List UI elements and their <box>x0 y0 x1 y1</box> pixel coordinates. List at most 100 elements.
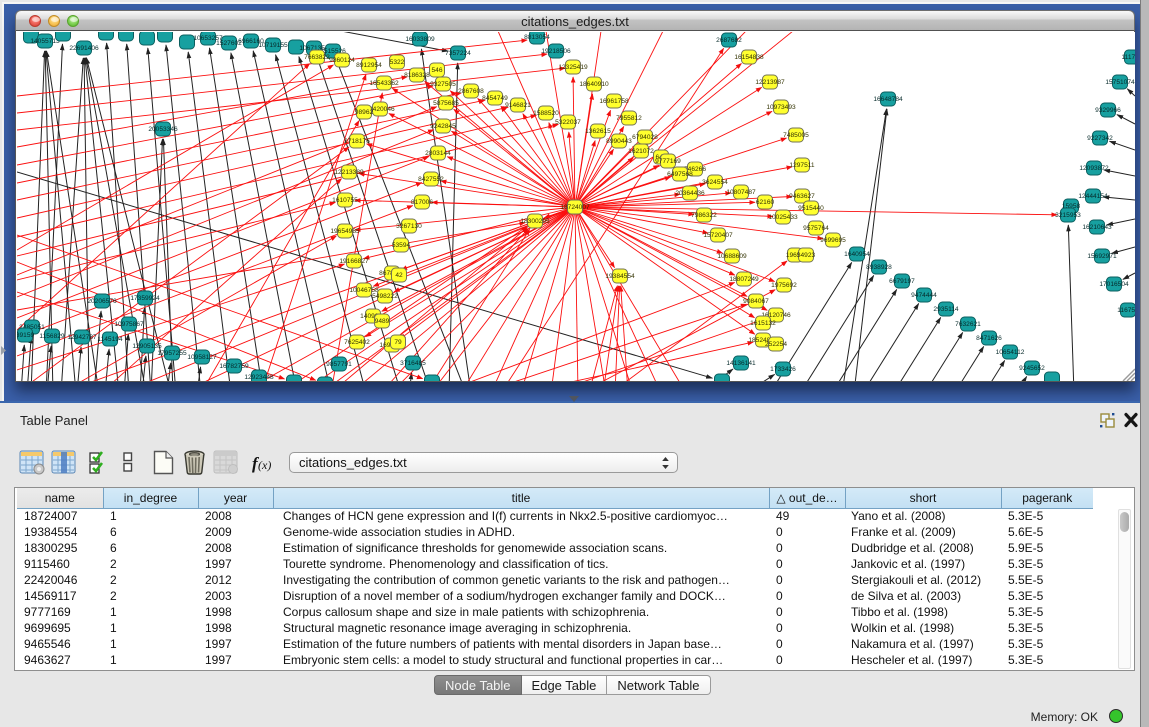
svg-text:1733426: 1733426 <box>770 366 796 373</box>
svg-text:12905135: 12905135 <box>132 343 162 350</box>
svg-text:9227342: 9227342 <box>1087 135 1113 142</box>
svg-text:(x): (x) <box>258 458 271 472</box>
svg-text:18807249: 18807249 <box>729 276 759 283</box>
svg-text:9777169: 9777169 <box>655 158 681 165</box>
svg-text:7955812: 7955812 <box>616 115 642 122</box>
svg-text:1362615: 1362615 <box>585 128 611 135</box>
svg-text:15692971: 15692971 <box>1087 253 1117 260</box>
svg-text:3215953: 3215953 <box>1055 212 1081 219</box>
svg-text:18640910: 18640910 <box>579 81 609 88</box>
svg-text:1975692: 1975692 <box>771 282 797 289</box>
svg-text:20206576: 20206576 <box>87 298 117 305</box>
svg-text:1621072: 1621072 <box>628 148 654 155</box>
svg-text:12942737: 12942737 <box>67 334 97 341</box>
svg-text:6794028: 6794028 <box>632 134 658 141</box>
svg-text:9463627: 9463627 <box>789 193 815 200</box>
svg-text:2867608: 2867608 <box>458 88 484 95</box>
svg-text:1588520: 1588520 <box>533 110 559 117</box>
svg-text:5498222: 5498222 <box>372 293 398 300</box>
svg-text:5322: 5322 <box>390 59 405 66</box>
svg-text:817006: 817006 <box>411 199 433 206</box>
svg-text:10958127: 10958127 <box>187 354 217 361</box>
svg-text:17359924: 17359924 <box>130 295 160 302</box>
svg-text:19654985: 19654985 <box>330 228 360 235</box>
svg-text:116753: 116753 <box>1117 307 1135 314</box>
svg-text:18300295: 18300295 <box>520 218 550 225</box>
svg-text:9575764: 9575764 <box>803 225 829 232</box>
svg-text:16033809: 16033809 <box>405 36 435 43</box>
svg-text:20053346: 20053346 <box>148 126 178 133</box>
svg-text:5322037: 5322037 <box>555 119 581 126</box>
svg-text:16154838: 16154838 <box>734 54 764 61</box>
svg-text:12093872: 12093872 <box>1079 165 1109 172</box>
svg-text:10807487: 10807487 <box>726 189 756 196</box>
svg-text:39159: 39159 <box>17 332 34 339</box>
svg-text:19218506: 19218506 <box>541 48 571 55</box>
svg-text:8427552: 8427552 <box>418 176 444 183</box>
svg-text:1145194: 1145194 <box>97 336 123 343</box>
svg-text:7632621: 7632621 <box>955 321 981 328</box>
svg-text:9474444: 9474444 <box>911 292 937 299</box>
svg-text:1156829: 1156829 <box>39 333 65 340</box>
svg-text:9329966: 9329966 <box>1095 107 1121 114</box>
svg-text:10975867: 10975867 <box>114 321 144 328</box>
svg-text:9489: 9489 <box>375 318 390 325</box>
svg-text:22691406: 22691406 <box>69 45 99 52</box>
svg-text:1297511: 1297511 <box>789 162 815 169</box>
svg-text:79: 79 <box>394 339 402 346</box>
svg-text:14055713: 14055713 <box>30 38 60 45</box>
svg-text:20364436: 20364436 <box>675 190 705 197</box>
svg-text:10973493: 10973493 <box>766 104 796 111</box>
svg-text:8990443: 8990443 <box>606 138 632 145</box>
svg-text:2803144: 2803144 <box>425 150 451 157</box>
svg-text:34923: 34923 <box>797 252 816 259</box>
svg-text:16782759: 16782759 <box>219 363 249 370</box>
svg-text:7986322: 7986322 <box>691 212 717 219</box>
svg-text:17957255: 17957255 <box>157 350 187 357</box>
svg-text:12213389: 12213389 <box>334 169 364 176</box>
svg-text:17016504: 17016504 <box>1099 281 1129 288</box>
svg-text:16543362: 16543362 <box>369 80 399 87</box>
svg-text:42: 42 <box>395 272 403 279</box>
svg-text:7485005: 7485005 <box>783 132 809 139</box>
svg-text:16961758: 16961758 <box>599 98 629 105</box>
svg-text:9857791: 9857791 <box>326 361 352 368</box>
svg-text:8912954: 8912954 <box>356 62 382 69</box>
svg-text:14136141: 14136141 <box>726 360 756 367</box>
svg-text:7663822: 7663822 <box>304 54 330 61</box>
svg-text:8471626: 8471626 <box>976 335 1002 342</box>
svg-text:8938928: 8938928 <box>866 264 892 271</box>
svg-text:9860124: 9860124 <box>329 57 355 64</box>
svg-text:5875685: 5875685 <box>433 100 459 107</box>
svg-text:10719155: 10719155 <box>258 42 288 49</box>
svg-text:3267130: 3267130 <box>396 223 422 230</box>
svg-text:2718176: 2718176 <box>344 138 370 145</box>
svg-text:8186328: 8186328 <box>404 72 430 79</box>
svg-text:546: 546 <box>431 67 442 74</box>
svg-text:9699695: 9699695 <box>820 237 846 244</box>
svg-text:6679197: 6679197 <box>889 278 915 285</box>
svg-text:9146821: 9146821 <box>505 102 531 109</box>
svg-text:111736: 111736 <box>1121 54 1135 61</box>
svg-text:10025433: 10025433 <box>768 214 798 221</box>
svg-text:252254: 252254 <box>765 341 787 348</box>
svg-text:12444154: 12444154 <box>1078 193 1108 200</box>
svg-text:1615132: 1615132 <box>750 320 776 327</box>
svg-text:7357224: 7357224 <box>445 50 471 57</box>
svg-text:19384554: 19384554 <box>605 273 635 280</box>
svg-text:9084067: 9084067 <box>743 298 769 305</box>
svg-text:9245652: 9245652 <box>1019 365 1045 372</box>
svg-text:12213987: 12213987 <box>755 79 785 86</box>
svg-text:3624554: 3624554 <box>702 179 728 186</box>
svg-text:12923448: 12923448 <box>244 374 274 381</box>
svg-text:15720407: 15720407 <box>703 232 733 239</box>
svg-text:18724007: 18724007 <box>560 204 590 211</box>
svg-text:2935114: 2935114 <box>933 306 959 313</box>
svg-text:16210643: 16210643 <box>1082 224 1112 231</box>
svg-text:9327505: 9327505 <box>430 81 456 88</box>
svg-text:8813054: 8813054 <box>524 34 550 41</box>
svg-text:3716485: 3716485 <box>400 360 426 367</box>
svg-text:19166827: 19166827 <box>339 258 369 265</box>
svg-text:62160: 62160 <box>756 199 775 206</box>
svg-text:7625402: 7625402 <box>344 339 370 346</box>
